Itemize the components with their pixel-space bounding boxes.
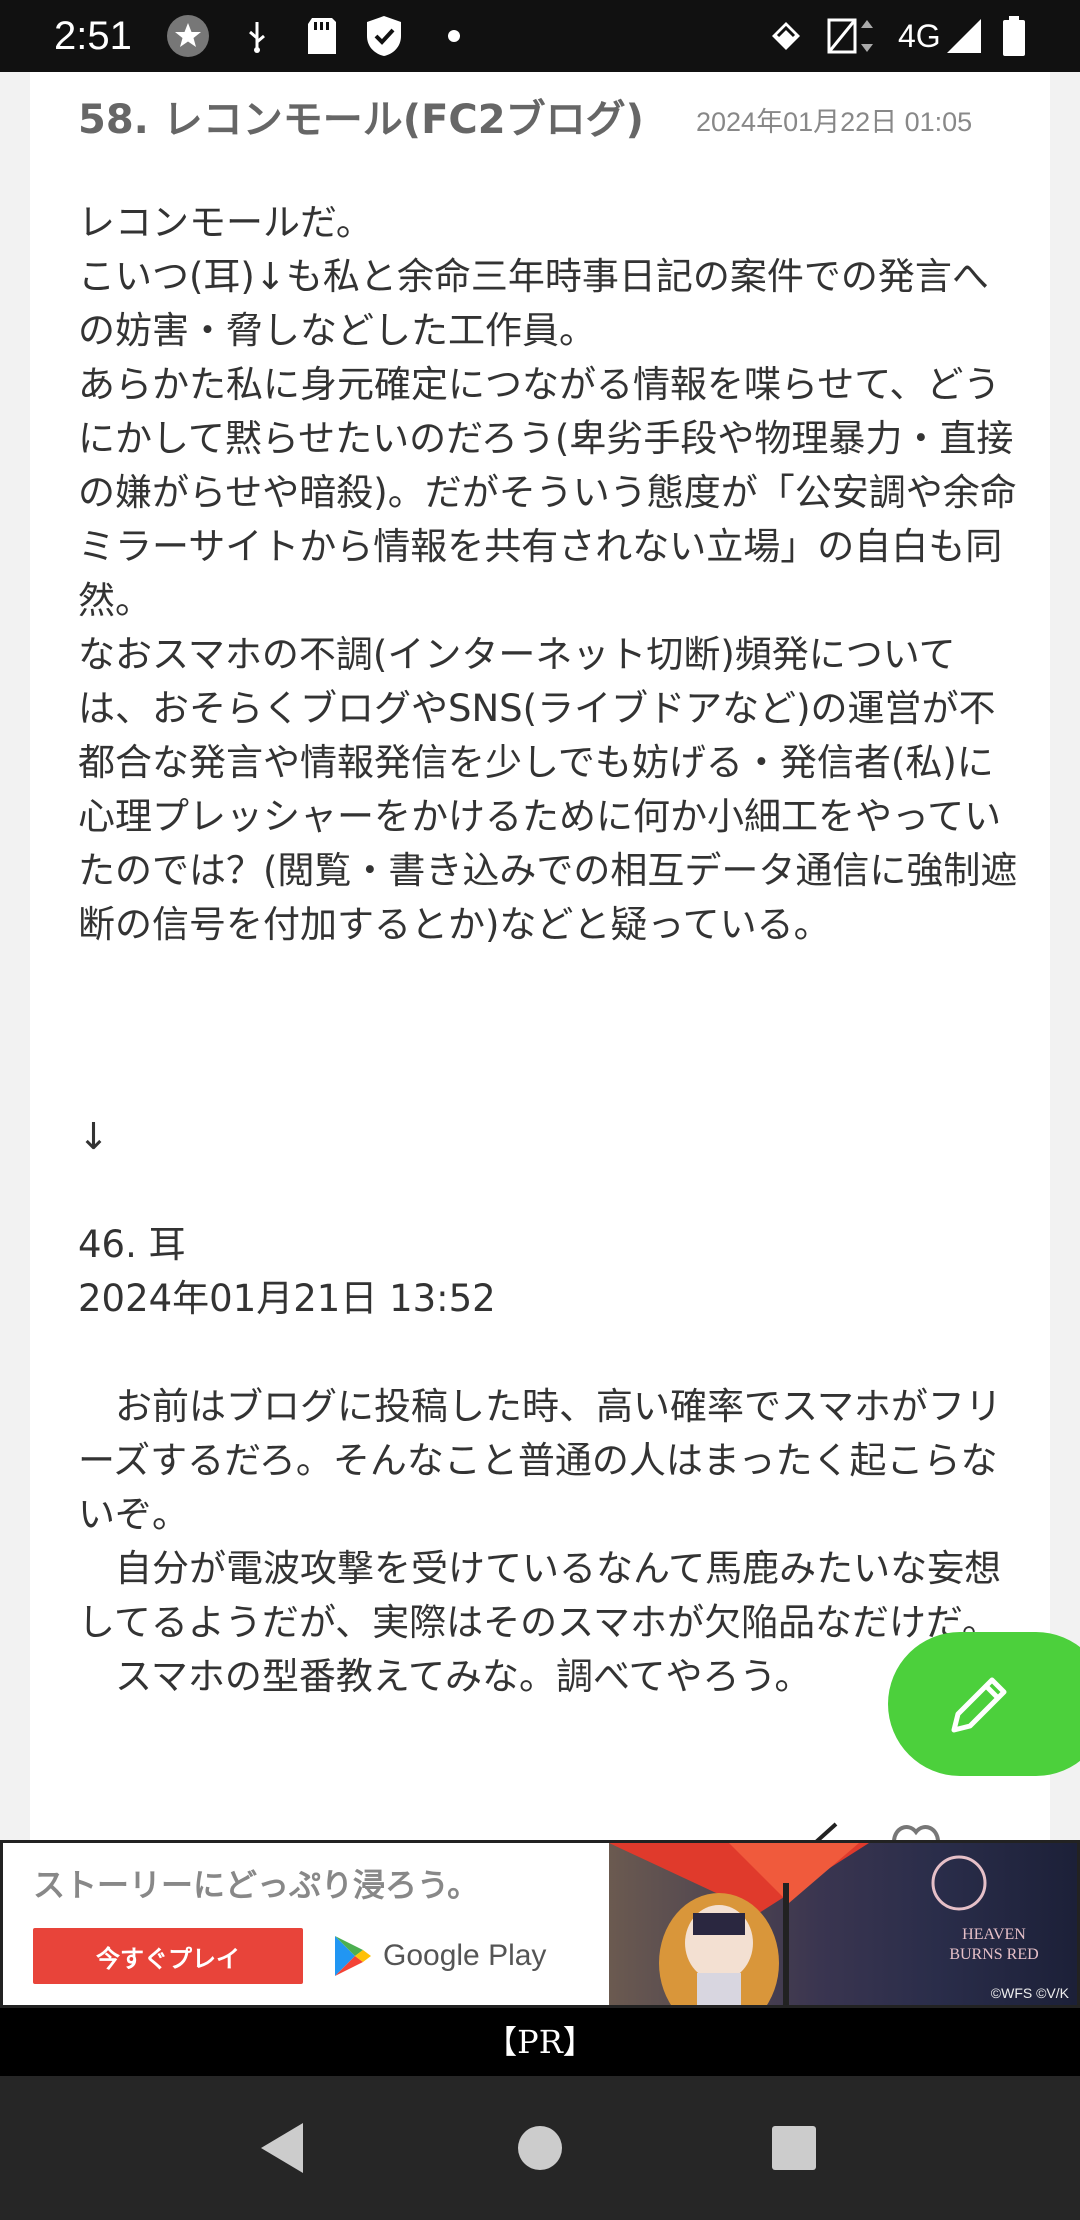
- recents-button[interactable]: [758, 2112, 830, 2184]
- heart-icon[interactable]: [888, 1820, 958, 1840]
- back-icon: [261, 2123, 303, 2173]
- star-notification-icon: [166, 14, 210, 58]
- google-play-icon: [335, 1936, 371, 1976]
- share-icon[interactable]: [760, 1820, 840, 1840]
- status-time: 2:51: [54, 14, 132, 58]
- status-bar: 2:51 4G: [0, 0, 1080, 72]
- comment-body: レコンモールだ。 こいつ(耳)↓も私と余命三年時事日記の案件での発言への妨害・脅…: [78, 201, 1018, 946]
- google-play-badge[interactable]: Google Play: [333, 1931, 546, 1981]
- data-saver-icon: [766, 14, 806, 58]
- ad-copyright: ©WFS ©V/K: [990, 1985, 1069, 2001]
- no-sim-icon: [826, 14, 886, 58]
- quoted-body: お前はブログに投稿した時、高い確率でスマホがフリーズするだろ。そんなこと普通の人…: [78, 1385, 1002, 1698]
- quoted-header: 46. 耳 2024年01月21日 13:52: [78, 1223, 496, 1320]
- ad-artwork: HEAVEN BURNS RED ©WFS ©V/K: [609, 1843, 1077, 2005]
- network-type: 4G: [898, 18, 941, 54]
- navigation-bar: [0, 2076, 1080, 2220]
- ad-headline: ストーリーにどっぷり浸ろう。: [33, 1866, 480, 1904]
- quote-arrow: ↓: [78, 1115, 110, 1158]
- compose-button[interactable]: [888, 1632, 1080, 1776]
- comment-date: 2024年01月22日 01:05: [696, 107, 973, 137]
- ad-game-logo: HEAVEN BURNS RED: [949, 1926, 1039, 1963]
- home-button[interactable]: [504, 2112, 576, 2184]
- battery-icon: [1000, 14, 1028, 58]
- comment-title: 58. レコンモール(FC2ブログ): [78, 97, 644, 143]
- sd-card-icon: [302, 14, 342, 58]
- shield-check-icon: [362, 14, 406, 58]
- pencil-icon: [951, 1677, 1007, 1733]
- google-play-label: Google Play: [383, 1939, 547, 1972]
- home-icon: [518, 2126, 562, 2170]
- ad-banner[interactable]: ストーリーにどっぷり浸ろう。 今すぐプレイ Google Play HEAVEN…: [0, 1840, 1080, 2008]
- signal-icon: [944, 14, 984, 58]
- usb-icon: [242, 14, 272, 58]
- dot-icon: [446, 14, 462, 58]
- recents-icon: [772, 2126, 816, 2170]
- comment-card: 58. レコンモール(FC2ブログ) 2024年01月22日 01:05 レコン…: [30, 72, 1050, 1840]
- pr-label: 【PR】: [0, 2008, 1080, 2076]
- ad-play-button[interactable]: 今すぐプレイ: [33, 1928, 303, 1984]
- back-button[interactable]: [246, 2112, 318, 2184]
